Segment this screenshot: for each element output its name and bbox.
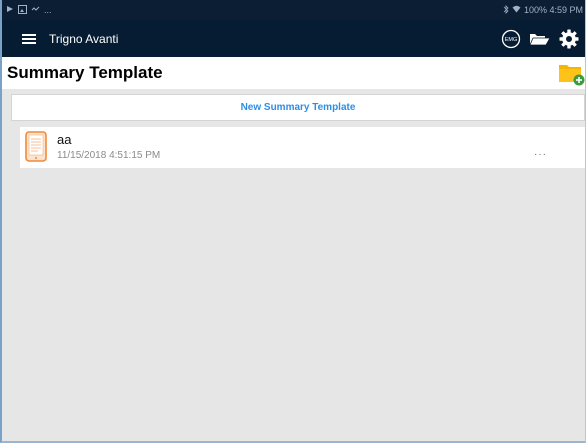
folder-open-icon — [529, 33, 551, 45]
status-bar: ... 100% 4:59 PM — [2, 0, 585, 20]
template-date: 11/15/2018 4:51:15 PM — [57, 150, 161, 161]
bluetooth-icon — [503, 4, 509, 16]
open-folder-button[interactable] — [529, 31, 551, 47]
page-header: Summary Template — [2, 57, 585, 89]
app-window: ... 100% 4:59 PM Trigno Avanti EMG Summa… — [0, 0, 586, 443]
settings-button[interactable] — [559, 29, 579, 49]
battery-and-time: 100% 4:59 PM — [523, 5, 583, 15]
wifi-icon — [512, 5, 521, 15]
emg-sensor-button[interactable]: EMG — [501, 29, 521, 49]
app-actions: EMG — [501, 29, 579, 49]
svg-text:EMG: EMG — [505, 37, 518, 43]
page-title: Summary Template — [7, 63, 163, 82]
status-overflow: ... — [44, 5, 52, 15]
new-summary-template-label: New Summary Template — [240, 102, 356, 113]
hamburger-menu-icon[interactable] — [22, 30, 36, 48]
app-bar: Trigno Avanti EMG — [2, 20, 585, 57]
add-folder-button[interactable] — [559, 62, 585, 91]
item-text: aa 11/15/2018 4:51:15 PM — [57, 133, 160, 162]
document-icon — [25, 130, 47, 167]
status-right: 100% 4:59 PM — [503, 4, 583, 16]
new-summary-template-button[interactable]: New Summary Template — [11, 94, 585, 121]
folder-add-icon — [559, 65, 585, 86]
image-notification-icon — [18, 4, 27, 16]
template-name: aa — [57, 132, 72, 147]
signal-notification-icon — [31, 5, 40, 16]
list-item[interactable]: aa 11/15/2018 4:51:15 PM ··· — [20, 127, 585, 168]
cast-icon — [6, 5, 14, 15]
gear-icon — [559, 29, 579, 48]
status-left: ... — [6, 4, 52, 16]
emg-sensor-icon: EMG — [501, 29, 521, 48]
template-list: aa 11/15/2018 4:51:15 PM ··· — [20, 127, 585, 168]
more-options-button[interactable]: ··· — [534, 149, 547, 160]
app-title: Trigno Avanti — [49, 31, 119, 46]
